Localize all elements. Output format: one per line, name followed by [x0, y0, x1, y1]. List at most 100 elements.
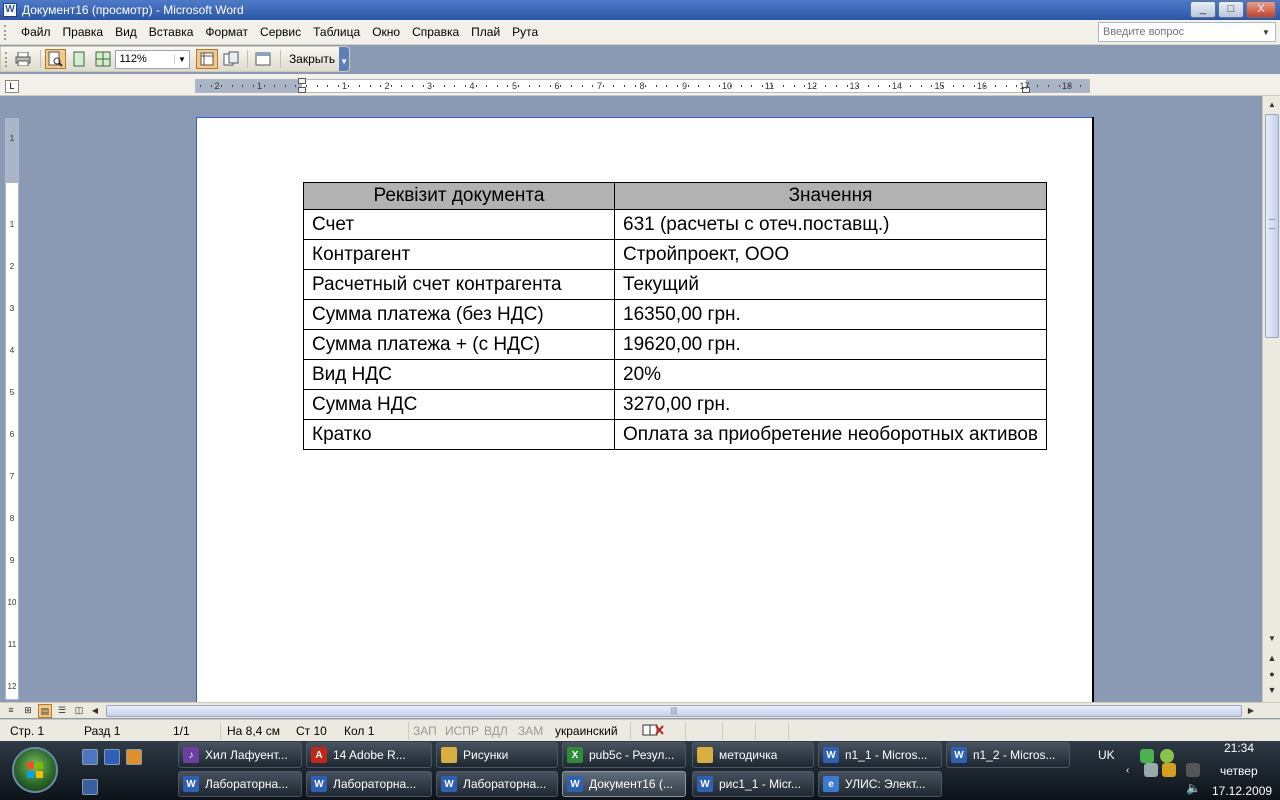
toolbar-options-button[interactable]: ▼	[339, 47, 349, 71]
zoom-input[interactable]	[116, 51, 175, 67]
full-screen-button[interactable]	[252, 49, 274, 69]
taskbar-button[interactable]: e УЛИС: Элект...	[818, 771, 942, 797]
ruler-tick-label: 4	[469, 81, 475, 91]
chevron-down-icon[interactable]: ▼	[1259, 28, 1273, 37]
update-icon[interactable]	[1160, 749, 1174, 763]
taskbar-button-label: Лабораторна...	[333, 777, 417, 791]
vertical-scrollbar[interactable]: ▲ ▼ ▲ ● ▼	[1262, 96, 1280, 702]
taskbar-button[interactable]: A 14 Adobe R...	[306, 742, 432, 768]
shrink-to-fit-button[interactable]	[220, 49, 242, 69]
ruler-icon	[200, 52, 214, 66]
zoom-select[interactable]: ▼	[115, 49, 191, 69]
ruler-tick-mark	[931, 85, 933, 87]
close-window-button[interactable]: X	[1246, 1, 1276, 18]
media-player-icon[interactable]	[126, 749, 142, 765]
ruler-tick-mark	[751, 85, 753, 87]
scroll-right-arrow-icon[interactable]: ▶	[1244, 705, 1258, 717]
tab-selector[interactable]: L	[5, 80, 19, 93]
taskbar-button[interactable]: Рисунки	[436, 742, 558, 768]
menu-grip[interactable]	[4, 24, 7, 40]
minimize-button[interactable]: _	[1190, 1, 1216, 18]
ruler-tick-mark	[995, 85, 996, 87]
toolbar-grip[interactable]	[5, 51, 8, 67]
taskbar-button[interactable]: W Лабораторна...	[436, 771, 558, 797]
chevron-down-icon[interactable]: ▼	[174, 54, 188, 64]
ask-question-box[interactable]: ▼	[1098, 22, 1276, 42]
word-app-icon[interactable]: W	[3, 3, 17, 17]
first-line-indent-marker[interactable]	[298, 78, 306, 84]
menu-insert[interactable]: Вставка	[143, 21, 200, 43]
taskbar-button[interactable]: ♪ Хил Лафуент...	[178, 742, 302, 768]
taskbar-button[interactable]: W Документ16 (...	[562, 771, 686, 797]
switch-windows-icon[interactable]	[82, 779, 98, 795]
taskbar-button[interactable]: Wп1_1 - Micros...	[818, 742, 942, 768]
network-icon[interactable]	[1140, 749, 1154, 763]
print-button[interactable]	[12, 49, 34, 69]
magnifier-button[interactable]	[44, 49, 67, 69]
clock-time[interactable]: 21:34	[1224, 741, 1254, 755]
select-browse-object-icon[interactable]: ●	[1266, 668, 1278, 680]
menu-format[interactable]: Формат	[199, 21, 254, 43]
scroll-down-arrow-icon[interactable]: ▼	[1265, 632, 1279, 646]
taskbar-button-label: методичка	[719, 748, 778, 762]
reading-layout-view-icon[interactable]: ◫	[72, 704, 86, 718]
system-tray: UK ‹ 🔈 21:34 четвер 17.12.2009	[1090, 741, 1280, 800]
web-layout-view-icon[interactable]: ⊞	[21, 704, 35, 718]
shield-icon[interactable]	[1162, 763, 1176, 777]
input-language[interactable]: UK	[1098, 748, 1115, 762]
horizontal-scrollbar[interactable]: ◀ ||| ▶	[88, 704, 1260, 718]
ruler-tick-label: 12	[7, 682, 17, 691]
taskbar-button[interactable]: Xpub5c - Резул...	[562, 742, 686, 768]
menu-plai[interactable]: Плай	[465, 21, 506, 43]
status-record-macro[interactable]: ЗАП	[413, 723, 437, 739]
menu-help[interactable]: Справка	[406, 21, 465, 43]
horizontal-scroll-thumb[interactable]: |||	[106, 705, 1242, 717]
vertical-ruler[interactable]: 1 1 2 3 4 5 6 7 8 9 10 11 12	[5, 118, 19, 700]
taskbar-button[interactable]: методичка	[692, 742, 814, 768]
normal-view-icon[interactable]: ≡	[4, 704, 18, 718]
menu-ruta[interactable]: Рута	[506, 21, 544, 43]
status-extend-selection[interactable]: ВДЛ	[484, 723, 508, 739]
chevron-left-icon[interactable]: ‹	[1126, 765, 1136, 779]
toolbar-separator	[39, 50, 41, 68]
horizontal-ruler[interactable]: 2 1 1 2 3 4 5 6 7 8 9 10 11 12 13 14 15 16 17 18	[195, 78, 1090, 93]
taskbar-button[interactable]: Wп1_2 - Micros...	[946, 742, 1070, 768]
ask-question-input[interactable]	[1099, 24, 1259, 40]
status-overtype[interactable]: ЗАМ	[518, 723, 543, 739]
show-desktop-icon[interactable]	[82, 749, 98, 765]
previous-page-icon[interactable]: ▲	[1266, 652, 1278, 664]
menu-tools[interactable]: Сервис	[254, 21, 307, 43]
word-quick-launch-icon[interactable]	[104, 749, 120, 765]
taskbar-button[interactable]: W Лабораторна...	[306, 771, 432, 797]
multiple-pages-button[interactable]	[92, 49, 114, 69]
document-page[interactable]: Реквізит документа Значення Счет 631 (ра…	[196, 117, 1092, 702]
outline-view-icon[interactable]: ☰	[55, 704, 69, 718]
menu-window[interactable]: Окно	[366, 21, 406, 43]
menu-edit[interactable]: Правка	[57, 21, 110, 43]
menu-table[interactable]: Таблица	[307, 21, 366, 43]
folder-icon	[697, 747, 713, 763]
device-icon[interactable]	[1144, 763, 1158, 777]
ruler-tick-mark	[920, 85, 922, 87]
scroll-up-arrow-icon[interactable]: ▲	[1265, 98, 1279, 112]
view-ruler-button[interactable]	[196, 49, 218, 69]
start-button[interactable]	[12, 747, 58, 793]
maximize-button[interactable]: □	[1218, 1, 1244, 18]
vertical-scroll-thumb[interactable]	[1265, 114, 1279, 338]
horizontal-scrollbar-row: ≡ ⊞ ▤ ☰ ◫ ◀ ||| ▶	[0, 702, 1280, 718]
taskbar-button[interactable]: Wрис1_1 - Micr...	[692, 771, 814, 797]
scroll-left-arrow-icon[interactable]: ◀	[88, 705, 102, 717]
spelling-check-icon[interactable]	[642, 723, 664, 739]
next-page-icon[interactable]: ▼	[1266, 684, 1278, 696]
menu-view[interactable]: Вид	[109, 21, 143, 43]
network-disconnected-icon[interactable]	[1186, 763, 1200, 777]
status-track-changes[interactable]: ИСПР	[445, 723, 479, 739]
menu-file[interactable]: Файл	[15, 21, 57, 43]
one-page-button[interactable]	[68, 49, 90, 69]
left-indent-marker[interactable]	[298, 87, 306, 93]
status-language[interactable]: украинский	[555, 723, 618, 739]
volume-icon[interactable]: 🔈	[1186, 781, 1201, 795]
print-layout-view-icon[interactable]: ▤	[38, 704, 52, 718]
close-preview-button[interactable]: Закрыть	[285, 49, 339, 69]
taskbar-button[interactable]: W Лабораторна...	[178, 771, 302, 797]
